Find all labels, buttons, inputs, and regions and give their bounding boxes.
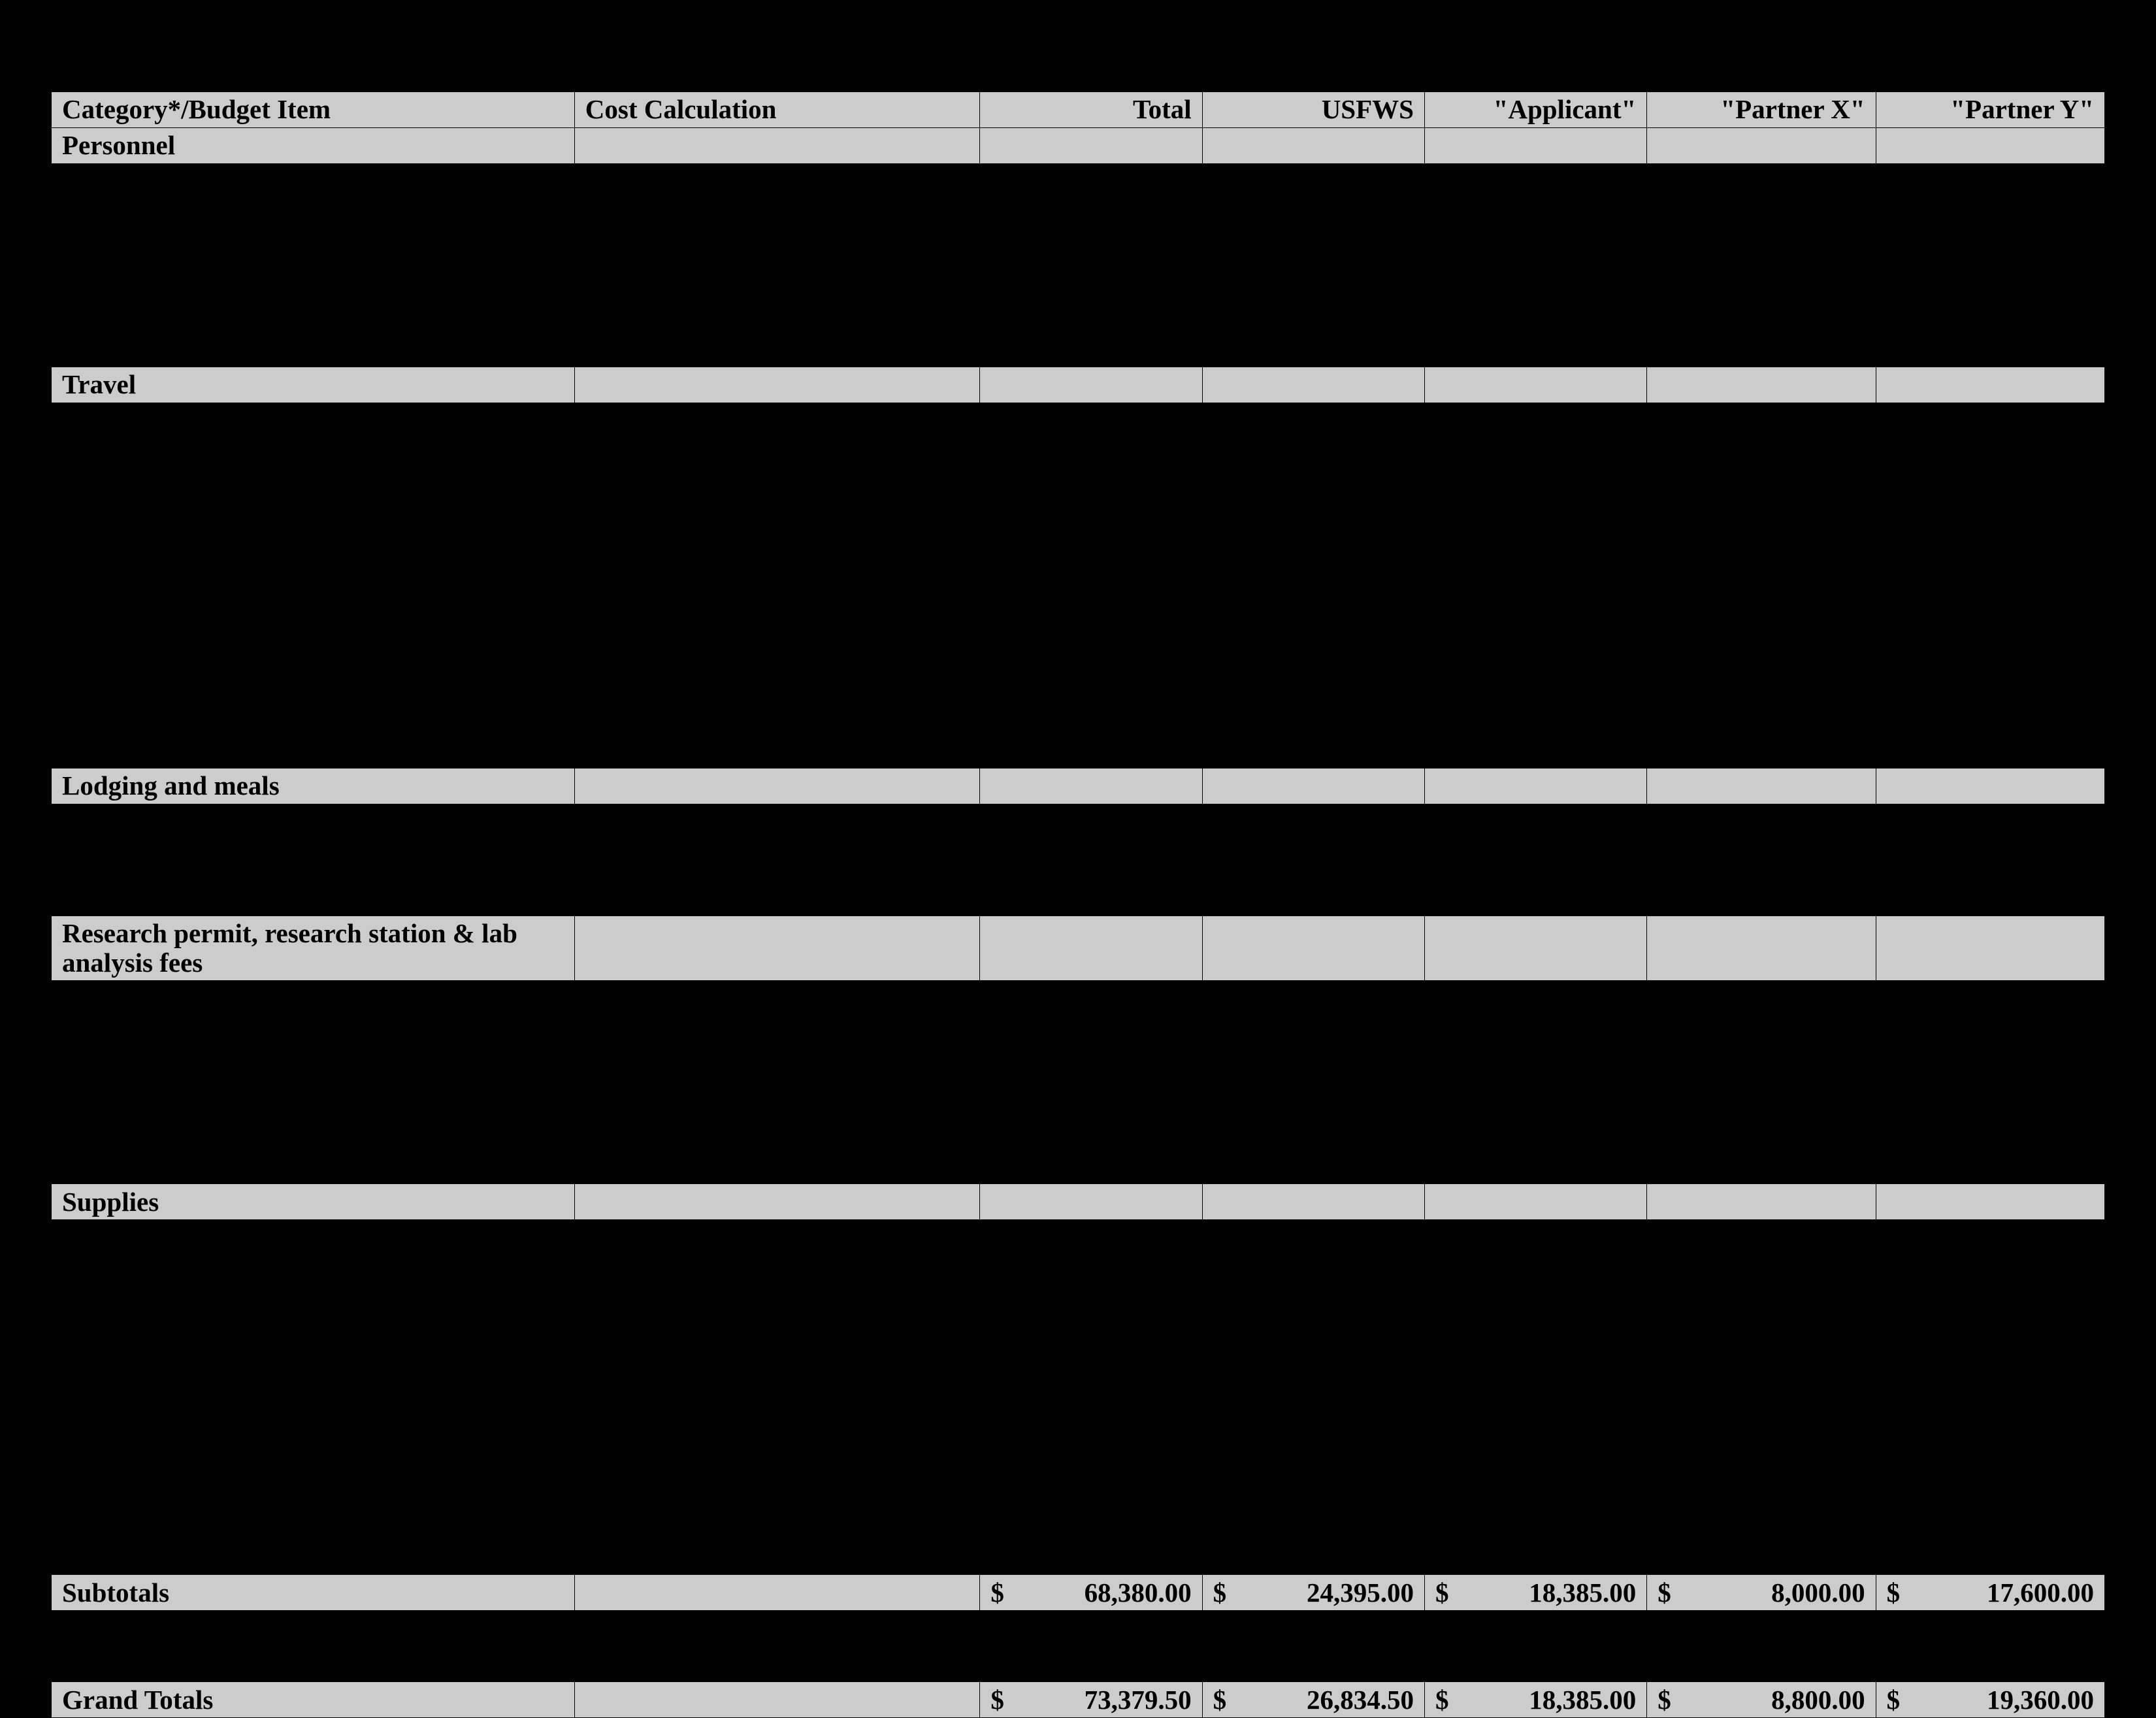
cell [574,1575,980,1611]
cell [980,1184,1202,1220]
section-supplies: Supplies [52,1184,2105,1220]
cell [1202,367,1424,403]
cell [1424,768,1646,804]
grand-partnerx: $8,800.00 [1647,1682,1876,1718]
subtotal-applicant: $18,385.00 [1424,1575,1646,1611]
section-research: Research permit, research station & lab … [52,916,2105,981]
cell [1876,916,2104,981]
cell [1876,367,2104,403]
cell [1647,916,1876,981]
cell [1424,128,1646,164]
section-travel: Travel [52,367,2105,403]
col-category: Category*/Budget Item [52,92,575,128]
cell [980,367,1202,403]
cell [980,128,1202,164]
cell [574,367,980,403]
grand-label: Grand Totals [52,1682,575,1718]
col-calc: Cost Calculation [574,92,980,128]
section-label: Supplies [52,1184,575,1220]
grand-usfws: $26,834.50 [1202,1682,1424,1718]
cell [1876,1184,2104,1220]
cell [1647,367,1876,403]
grand-total: $73,379.50 [980,1682,1202,1718]
section-label: Lodging and meals [52,768,575,804]
cell [1647,1184,1876,1220]
cell [980,916,1202,981]
col-partnerx: "Partner X" [1647,92,1876,128]
col-usfws: USFWS [1202,92,1424,128]
cell [574,916,980,981]
cell [1647,128,1876,164]
row-subtotals: Subtotals $68,380.00 $24,395.00 $18,385.… [52,1575,2105,1611]
cell [1202,128,1424,164]
cell [1202,1184,1424,1220]
cell [1647,768,1876,804]
row-grand-totals: Grand Totals $73,379.50 $26,834.50 $18,3… [52,1682,2105,1718]
col-partnery: "Partner Y" [1876,92,2104,128]
section-label: Research permit, research station & lab … [52,916,575,981]
cell [574,1184,980,1220]
cell [574,128,980,164]
subtotal-total: $68,380.00 [980,1575,1202,1611]
budget-table: Category*/Budget Item Cost Calculation T… [51,91,2105,1718]
cell [1876,768,2104,804]
section-lodging: Lodging and meals [52,768,2105,804]
subtotals-label: Subtotals [52,1575,575,1611]
cell [574,768,980,804]
section-label: Travel [52,367,575,403]
header-row: Category*/Budget Item Cost Calculation T… [52,92,2105,128]
col-total: Total [980,92,1202,128]
subtotal-partnerx: $8,000.00 [1647,1575,1876,1611]
subtotal-partnery: $17,600.00 [1876,1575,2104,1611]
cell [1202,916,1424,981]
cell [1424,1184,1646,1220]
col-applicant: "Applicant" [1424,92,1646,128]
cell [1424,367,1646,403]
section-personnel: Personnel [52,128,2105,164]
subtotal-usfws: $24,395.00 [1202,1575,1424,1611]
cell [980,768,1202,804]
grand-partnery: $19,360.00 [1876,1682,2104,1718]
cell [574,1682,980,1718]
cell [1424,916,1646,981]
cell [1876,128,2104,164]
grand-applicant: $18,385.00 [1424,1682,1646,1718]
cell [1202,768,1424,804]
section-label: Personnel [52,128,575,164]
